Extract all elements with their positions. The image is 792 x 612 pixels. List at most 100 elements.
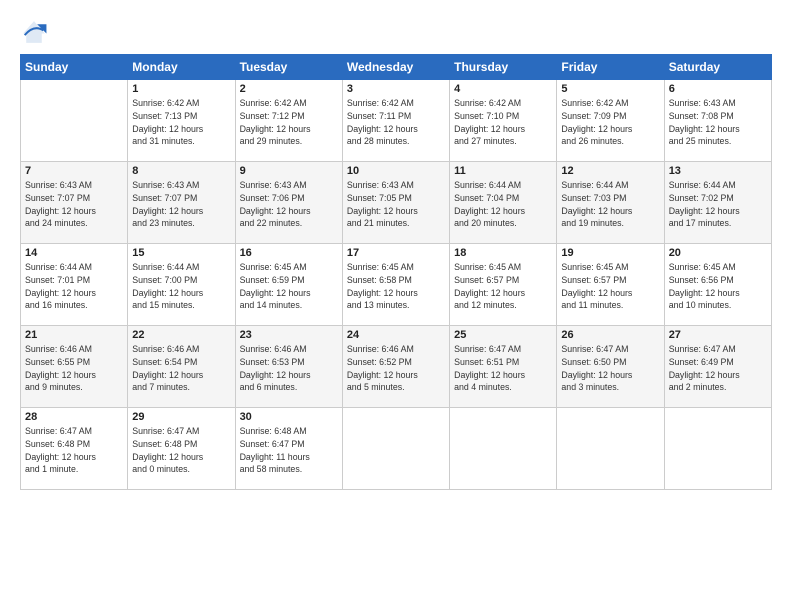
day-number: 8 [132,165,230,177]
weekday-wednesday: Wednesday [342,55,449,80]
calendar-cell: 14Sunrise: 6:44 AM Sunset: 7:01 PM Dayli… [21,244,128,326]
day-info: Sunrise: 6:44 AM Sunset: 7:02 PM Dayligh… [669,179,767,230]
calendar-cell: 8Sunrise: 6:43 AM Sunset: 7:07 PM Daylig… [128,162,235,244]
day-number: 9 [240,165,338,177]
calendar-cell: 9 Sunrise: 6:43 AM Sunset: 7:06 PM Daylig… [235,162,342,244]
day-number: 18 [454,247,552,259]
day-info: Sunrise: 6:44 AM Sunset: 7:04 PM Dayligh… [454,179,552,230]
calendar-cell: 22 Sunrise: 6:46 AM Sunset: 6:54 PM Dayli… [128,326,235,408]
calendar-cell: 3 Sunrise: 6:42 AM Sunset: 7:11 PM Daylig… [342,80,449,162]
calendar-cell: 15Sunrise: 6:44 AM Sunset: 7:00 PM Dayli… [128,244,235,326]
calendar-cell: 18 Sunrise: 6:45 AM Sunset: 6:57 PM Dayli… [450,244,557,326]
day-number: 29 [132,411,230,423]
calendar-cell: 26 Sunrise: 6:47 AM Sunset: 6:50 PM Dayli… [557,326,664,408]
day-info: Sunrise: 6:46 AM Sunset: 6:54 PM Dayligh… [132,343,230,394]
logo [20,18,52,46]
day-info: Sunrise: 6:43 AM Sunset: 7:06 PM Dayligh… [240,179,338,230]
calendar-cell [450,408,557,490]
calendar-header: SundayMondayTuesdayWednesdayThursdayFrid… [21,55,772,80]
day-info: Sunrise: 6:47 AM Sunset: 6:50 PM Dayligh… [561,343,659,394]
calendar-cell: 6 Sunrise: 6:43 AM Sunset: 7:08 PM Daylig… [664,80,771,162]
calendar-cell [21,80,128,162]
day-info: Sunrise: 6:43 AM Sunset: 7:05 PM Dayligh… [347,179,445,230]
day-number: 26 [561,329,659,341]
day-number: 16 [240,247,338,259]
calendar-cell: 7 Sunrise: 6:43 AM Sunset: 7:07 PM Daylig… [21,162,128,244]
day-info: Sunrise: 6:47 AM Sunset: 6:48 PM Dayligh… [25,425,123,476]
calendar-cell: 5Sunrise: 6:42 AM Sunset: 7:09 PM Daylig… [557,80,664,162]
weekday-saturday: Saturday [664,55,771,80]
day-number: 6 [669,83,767,95]
day-number: 4 [454,83,552,95]
calendar-cell: 24 Sunrise: 6:46 AM Sunset: 6:52 PM Dayli… [342,326,449,408]
day-number: 5 [561,83,659,95]
day-info: Sunrise: 6:43 AM Sunset: 7:07 PM Dayligh… [25,179,123,230]
day-number: 10 [347,165,445,177]
day-number: 25 [454,329,552,341]
day-info: Sunrise: 6:42 AM Sunset: 7:11 PM Dayligh… [347,97,445,148]
calendar-cell: 11 Sunrise: 6:44 AM Sunset: 7:04 PM Dayli… [450,162,557,244]
day-info: Sunrise: 6:45 AM Sunset: 6:59 PM Dayligh… [240,261,338,312]
day-number: 19 [561,247,659,259]
day-number: 7 [25,165,123,177]
day-info: Sunrise: 6:42 AM Sunset: 7:10 PM Dayligh… [454,97,552,148]
calendar-cell: 16 Sunrise: 6:45 AM Sunset: 6:59 PM Dayli… [235,244,342,326]
calendar-cell: 23 Sunrise: 6:46 AM Sunset: 6:53 PM Dayli… [235,326,342,408]
weekday-sunday: Sunday [21,55,128,80]
day-number: 21 [25,329,123,341]
day-info: Sunrise: 6:43 AM Sunset: 7:08 PM Dayligh… [669,97,767,148]
day-number: 11 [454,165,552,177]
day-number: 28 [25,411,123,423]
day-info: Sunrise: 6:44 AM Sunset: 7:00 PM Dayligh… [132,261,230,312]
weekday-tuesday: Tuesday [235,55,342,80]
logo-icon [20,18,48,46]
calendar-week-3: 14Sunrise: 6:44 AM Sunset: 7:01 PM Dayli… [21,244,772,326]
day-number: 27 [669,329,767,341]
day-number: 13 [669,165,767,177]
calendar-cell: 25Sunrise: 6:47 AM Sunset: 6:51 PM Dayli… [450,326,557,408]
day-info: Sunrise: 6:42 AM Sunset: 7:12 PM Dayligh… [240,97,338,148]
day-number: 20 [669,247,767,259]
day-number: 3 [347,83,445,95]
day-number: 2 [240,83,338,95]
day-info: Sunrise: 6:48 AM Sunset: 6:47 PM Dayligh… [240,425,338,476]
day-number: 22 [132,329,230,341]
calendar-cell [342,408,449,490]
calendar-table: SundayMondayTuesdayWednesdayThursdayFrid… [20,54,772,490]
day-info: Sunrise: 6:42 AM Sunset: 7:13 PM Dayligh… [132,97,230,148]
calendar-body: 1Sunrise: 6:42 AM Sunset: 7:13 PM Daylig… [21,80,772,490]
day-info: Sunrise: 6:46 AM Sunset: 6:52 PM Dayligh… [347,343,445,394]
calendar-cell: 28 Sunrise: 6:47 AM Sunset: 6:48 PM Dayli… [21,408,128,490]
day-info: Sunrise: 6:45 AM Sunset: 6:58 PM Dayligh… [347,261,445,312]
calendar-cell: 1Sunrise: 6:42 AM Sunset: 7:13 PM Daylig… [128,80,235,162]
day-info: Sunrise: 6:45 AM Sunset: 6:57 PM Dayligh… [561,261,659,312]
day-number: 30 [240,411,338,423]
calendar-cell [664,408,771,490]
day-info: Sunrise: 6:47 AM Sunset: 6:48 PM Dayligh… [132,425,230,476]
calendar-cell [557,408,664,490]
calendar-cell: 27 Sunrise: 6:47 AM Sunset: 6:49 PM Dayli… [664,326,771,408]
calendar-cell: 30 Sunrise: 6:48 AM Sunset: 6:47 PM Dayli… [235,408,342,490]
weekday-monday: Monday [128,55,235,80]
day-number: 24 [347,329,445,341]
calendar-cell: 10 Sunrise: 6:43 AM Sunset: 7:05 PM Dayli… [342,162,449,244]
day-info: Sunrise: 6:47 AM Sunset: 6:49 PM Dayligh… [669,343,767,394]
day-number: 12 [561,165,659,177]
day-info: Sunrise: 6:46 AM Sunset: 6:55 PM Dayligh… [25,343,123,394]
day-info: Sunrise: 6:46 AM Sunset: 6:53 PM Dayligh… [240,343,338,394]
weekday-thursday: Thursday [450,55,557,80]
day-number: 17 [347,247,445,259]
calendar-cell: 20Sunrise: 6:45 AM Sunset: 6:56 PM Dayli… [664,244,771,326]
calendar-cell: 19 Sunrise: 6:45 AM Sunset: 6:57 PM Dayli… [557,244,664,326]
calendar-cell: 17 Sunrise: 6:45 AM Sunset: 6:58 PM Dayli… [342,244,449,326]
day-info: Sunrise: 6:45 AM Sunset: 6:57 PM Dayligh… [454,261,552,312]
calendar-cell: 2 Sunrise: 6:42 AM Sunset: 7:12 PM Daylig… [235,80,342,162]
day-number: 23 [240,329,338,341]
calendar-cell: 21 Sunrise: 6:46 AM Sunset: 6:55 PM Dayli… [21,326,128,408]
calendar-week-2: 7 Sunrise: 6:43 AM Sunset: 7:07 PM Daylig… [21,162,772,244]
day-info: Sunrise: 6:44 AM Sunset: 7:03 PM Dayligh… [561,179,659,230]
weekday-header-row: SundayMondayTuesdayWednesdayThursdayFrid… [21,55,772,80]
weekday-friday: Friday [557,55,664,80]
day-info: Sunrise: 6:44 AM Sunset: 7:01 PM Dayligh… [25,261,123,312]
calendar-week-4: 21 Sunrise: 6:46 AM Sunset: 6:55 PM Dayli… [21,326,772,408]
